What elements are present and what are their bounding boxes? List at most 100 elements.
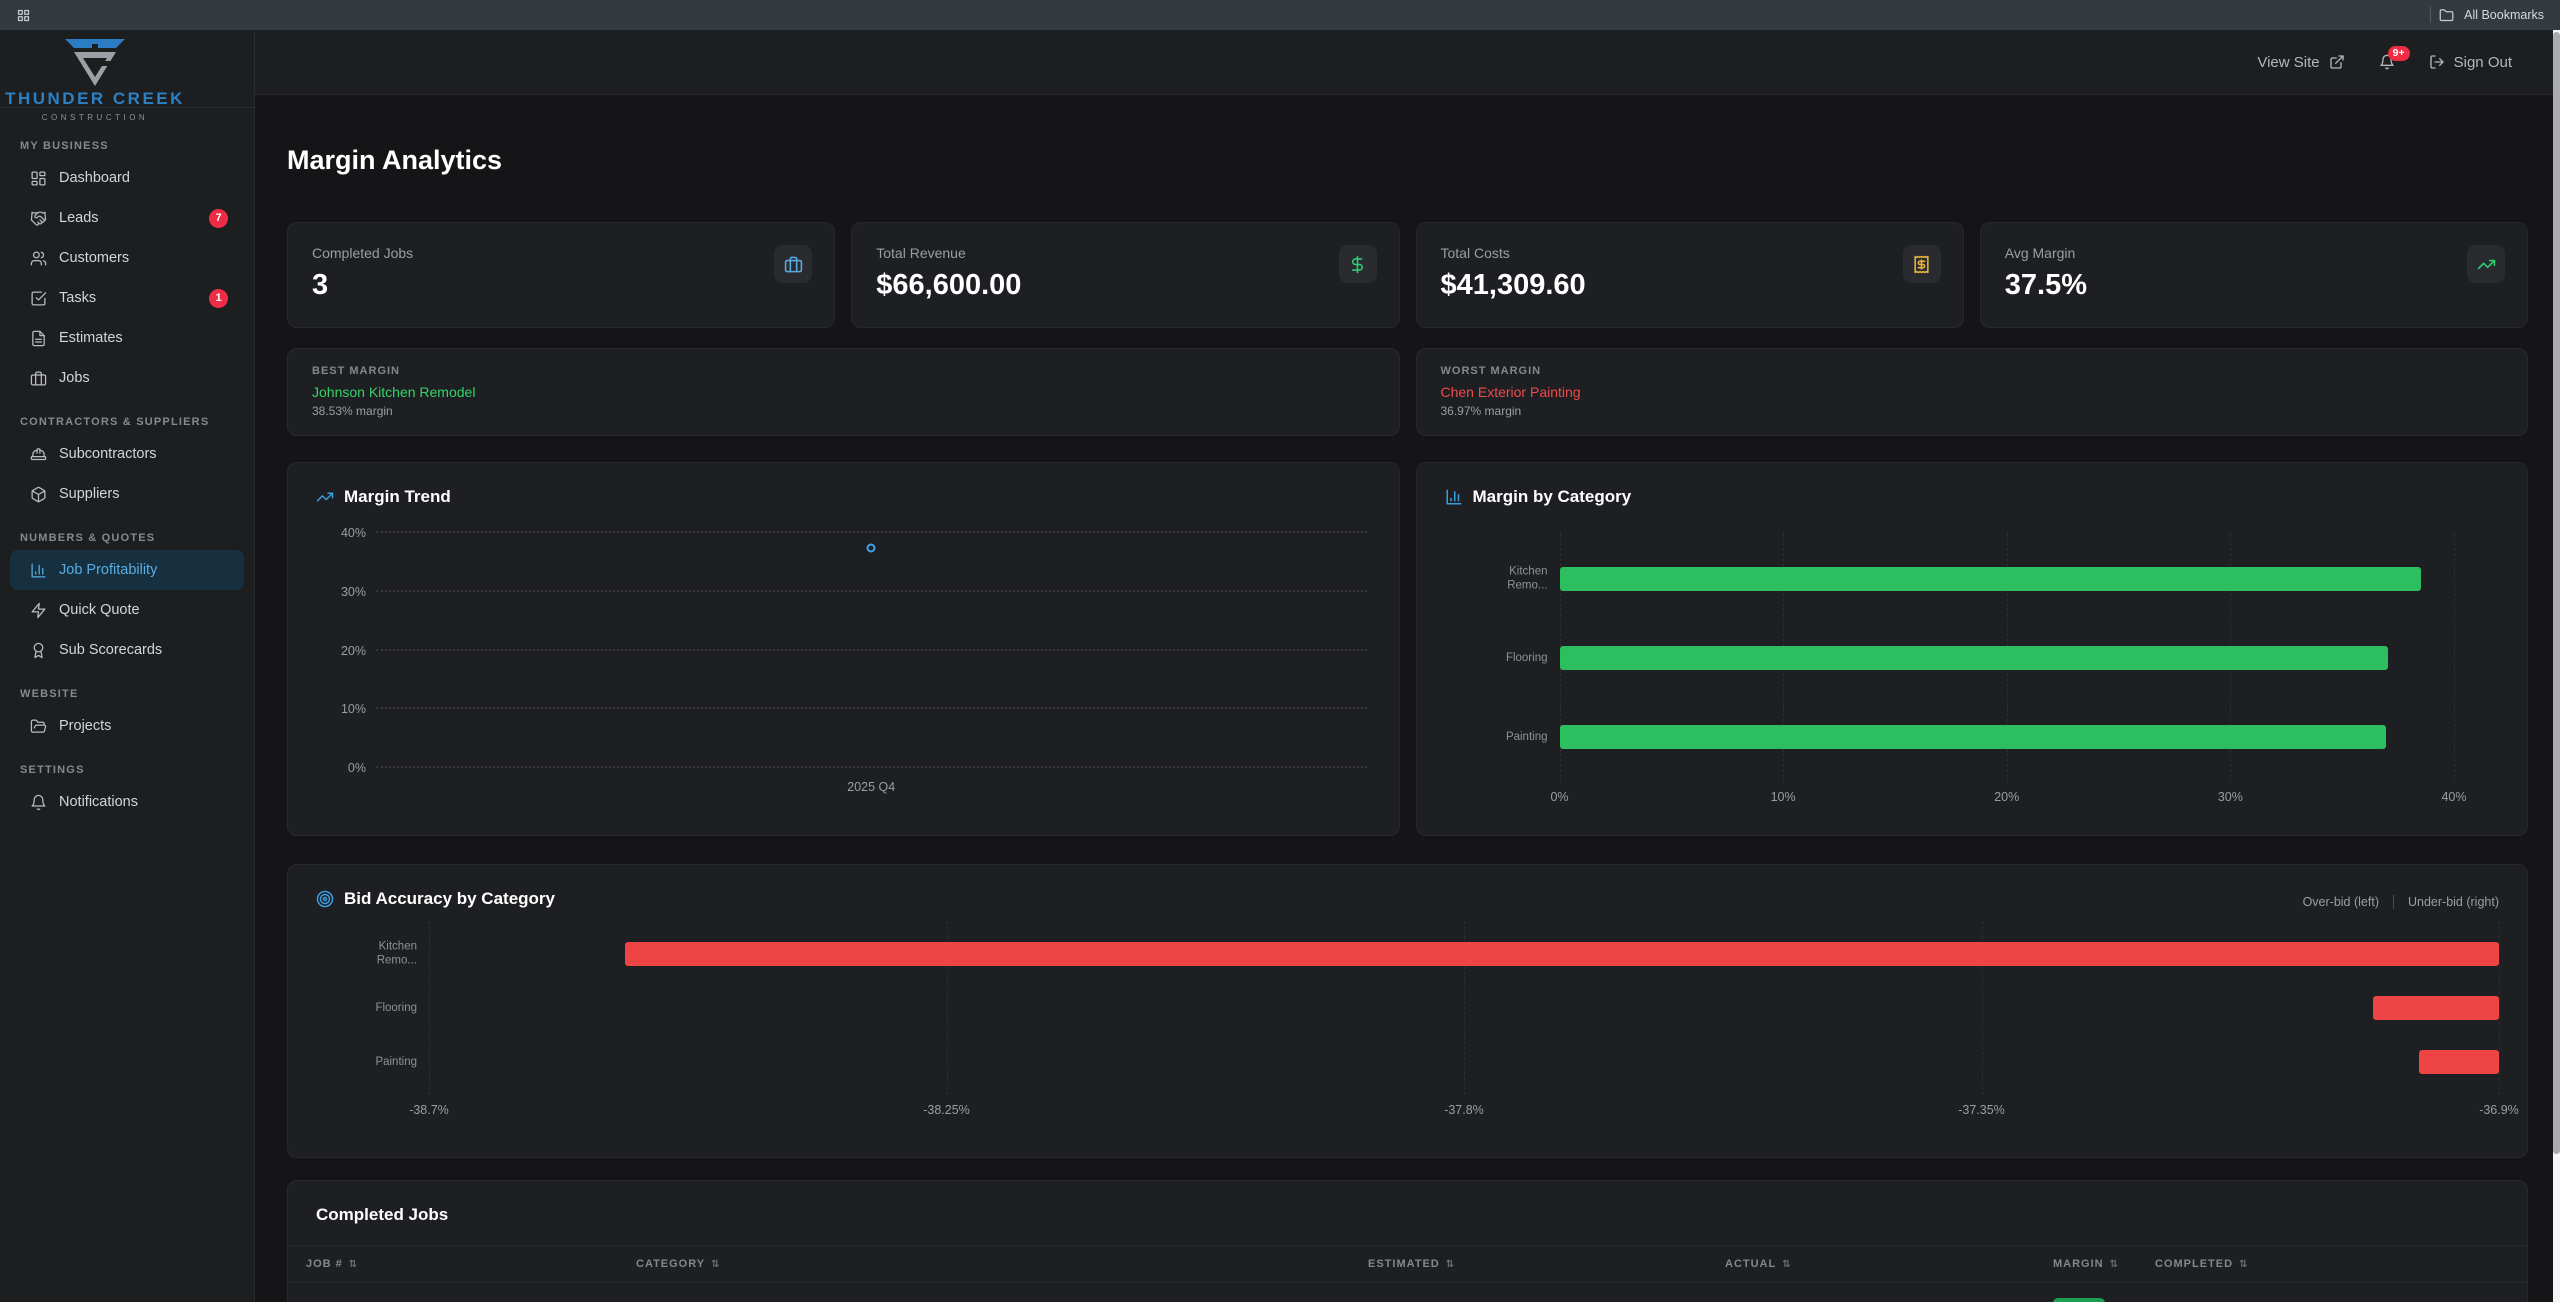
legend-divider (2393, 895, 2394, 909)
sidebar-item-leads[interactable]: Leads 7 (10, 198, 244, 238)
sidebar-item-notifications[interactable]: Notifications (10, 782, 244, 822)
column-header-completed[interactable]: COMPLETED ⇅ (2155, 1258, 2527, 1270)
sort-icon: ⇅ (349, 1259, 358, 1270)
column-header-actual[interactable]: ACTUAL ⇅ (1725, 1258, 2053, 1270)
stat-label: Total Revenue (876, 245, 1374, 261)
category-label: Flooring (339, 1001, 417, 1015)
best-margin-detail: 38.53% margin (312, 404, 1375, 418)
category-label: Painting (339, 1055, 417, 1069)
table-header-row: JOB # ⇅ CATEGORY ⇅ ESTIMATED ⇅ ACTUAL ⇅ (288, 1245, 2527, 1283)
sidebar-item-jobs[interactable]: Jobs (10, 358, 244, 398)
zap-icon (30, 602, 47, 619)
stat-icon-box (1339, 245, 1377, 283)
sidebar-item-job-profitability[interactable]: Job Profitability (10, 550, 244, 590)
notifications-button[interactable]: 9+ (2379, 54, 2395, 70)
x-tick-label: 40% (2441, 790, 2466, 804)
stat-icon-box (774, 245, 812, 283)
sidebar-item-sub-scorecards[interactable]: Sub Scorecards (10, 630, 244, 670)
stat-label: Avg Margin (2005, 245, 2503, 261)
scrollbar-thumb[interactable] (2553, 32, 2560, 1154)
external-link-icon (2329, 54, 2345, 70)
page-title: Margin Analytics (287, 145, 2528, 176)
all-bookmarks-button[interactable]: All Bookmarks (2439, 8, 2544, 23)
check-square-icon (30, 290, 47, 307)
sort-icon: ⇅ (1446, 1259, 1455, 1270)
stat-card-total-costs: Total Costs $41,309.60 (1416, 222, 1964, 328)
sidebar-item-label: Leads (59, 210, 99, 226)
worst-margin-detail: 36.97% margin (1441, 404, 2504, 418)
sign-out-button[interactable]: Sign Out (2429, 54, 2512, 71)
view-site-label: View Site (2257, 54, 2319, 71)
worst-margin-card: WORST MARGIN Chen Exterior Painting 36.9… (1416, 348, 2529, 436)
margin-badge: 38.5% (2053, 1298, 2105, 1302)
log-out-icon (2429, 54, 2445, 70)
stat-icon-box (1903, 245, 1941, 283)
dashboard-icon (30, 170, 47, 187)
bid-accuracy-axis: -38.7%-38.25%-37.8%-37.35%-36.9% (429, 1103, 2499, 1119)
tab-grid-icon[interactable] (16, 8, 31, 23)
gridline: 30% (376, 590, 1367, 592)
sidebar: THUNDER CREEK CONSTRUCTION MY BUSINESS D… (0, 30, 255, 1302)
x-tick-label: 10% (1771, 790, 1796, 804)
bar (1560, 725, 2387, 749)
view-site-button[interactable]: View Site (2257, 54, 2344, 71)
margin-by-category-plot: Kitchen Remo...FlooringPainting (1560, 539, 2455, 776)
folder-icon (2439, 8, 2454, 23)
x-tick-label: 2025 Q4 (847, 780, 895, 794)
sidebar-item-suppliers[interactable]: Suppliers (10, 474, 244, 514)
x-tick-label: -36.9% (2479, 1103, 2519, 1117)
sidebar-item-quick-quote[interactable]: Quick Quote (10, 590, 244, 630)
bar-rows: Kitchen Remo...FlooringPainting (1560, 539, 2455, 776)
sidebar-item-label: Subcontractors (59, 446, 157, 462)
tasks-count-badge: 1 (209, 289, 228, 308)
sidebar-item-tasks[interactable]: Tasks 1 (10, 278, 244, 318)
y-tick-label: 20% (341, 644, 366, 658)
x-tick-label: -38.25% (923, 1103, 970, 1117)
sidebar-divider (0, 107, 254, 108)
table-title: Completed Jobs (288, 1181, 2527, 1245)
file-text-icon (30, 330, 47, 347)
sidebar-item-label: Sub Scorecards (59, 642, 162, 658)
stat-card-avg-margin: Avg Margin 37.5% (1980, 222, 2528, 328)
category-label: Kitchen Remo... (1470, 564, 1548, 593)
margin-by-category-chart: Margin by Category Kitchen Remo...Floori… (1416, 462, 2529, 836)
best-margin-label: BEST MARGIN (312, 365, 1375, 377)
sidebar-item-label: Tasks (59, 290, 96, 306)
sidebar-item-label: Notifications (59, 794, 138, 810)
sidebar-item-label: Suppliers (59, 486, 119, 502)
sidebar-item-label: Dashboard (59, 170, 130, 186)
gridline: 0% (376, 766, 1367, 768)
column-header-job[interactable]: JOB # ⇅ (306, 1258, 636, 1270)
stat-value: $66,600.00 (876, 269, 1374, 302)
column-header-category[interactable]: CATEGORY ⇅ (636, 1258, 1368, 1270)
stat-card-total-revenue: Total Revenue $66,600.00 (851, 222, 1399, 328)
chart-title: Margin Trend (316, 487, 1371, 507)
handshake-icon (30, 210, 47, 227)
sidebar-item-customers[interactable]: Customers (10, 238, 244, 278)
sidebar-item-estimates[interactable]: Subcontractors Estimates (10, 318, 244, 358)
bar-chart-icon (1445, 488, 1463, 506)
bar-row: Kitchen Remo... (1560, 567, 2455, 591)
sign-out-label: Sign Out (2454, 54, 2512, 71)
sidebar-item-subcontractors[interactable]: Subcontractors (10, 434, 244, 474)
sidebar-item-projects[interactable]: Projects (10, 706, 244, 746)
sidebar-item-dashboard[interactable]: Dashboard (10, 158, 244, 198)
bar-rows: Kitchen Remo...FlooringPainting (429, 927, 2499, 1089)
chart-title-text: Bid Accuracy by Category (344, 889, 555, 909)
stats-row: Completed Jobs 3 Total Revenue $66,600.0… (287, 222, 2528, 328)
award-icon (30, 642, 47, 659)
legend-under-bid: Under-bid (right) (2408, 895, 2499, 909)
stat-value: 3 (312, 269, 810, 302)
bar (625, 942, 2500, 966)
brand-subtitle: CONSTRUCTION (0, 113, 190, 122)
column-header-estimated[interactable]: ESTIMATED ⇅ (1368, 1258, 1725, 1270)
trending-up-icon (2477, 255, 2496, 274)
bar-row: Flooring (429, 996, 2499, 1020)
bar-row: Painting (429, 1050, 2499, 1074)
app-header: View Site 9+ Sign Out (255, 30, 2560, 95)
sidebar-item-label: Jobs (59, 370, 90, 386)
sidebar-item-label: Estimates (59, 330, 123, 346)
column-header-margin[interactable]: MARGIN ⇅ (2053, 1258, 2155, 1270)
bar-chart-icon (30, 562, 47, 579)
users-icon (30, 250, 47, 267)
